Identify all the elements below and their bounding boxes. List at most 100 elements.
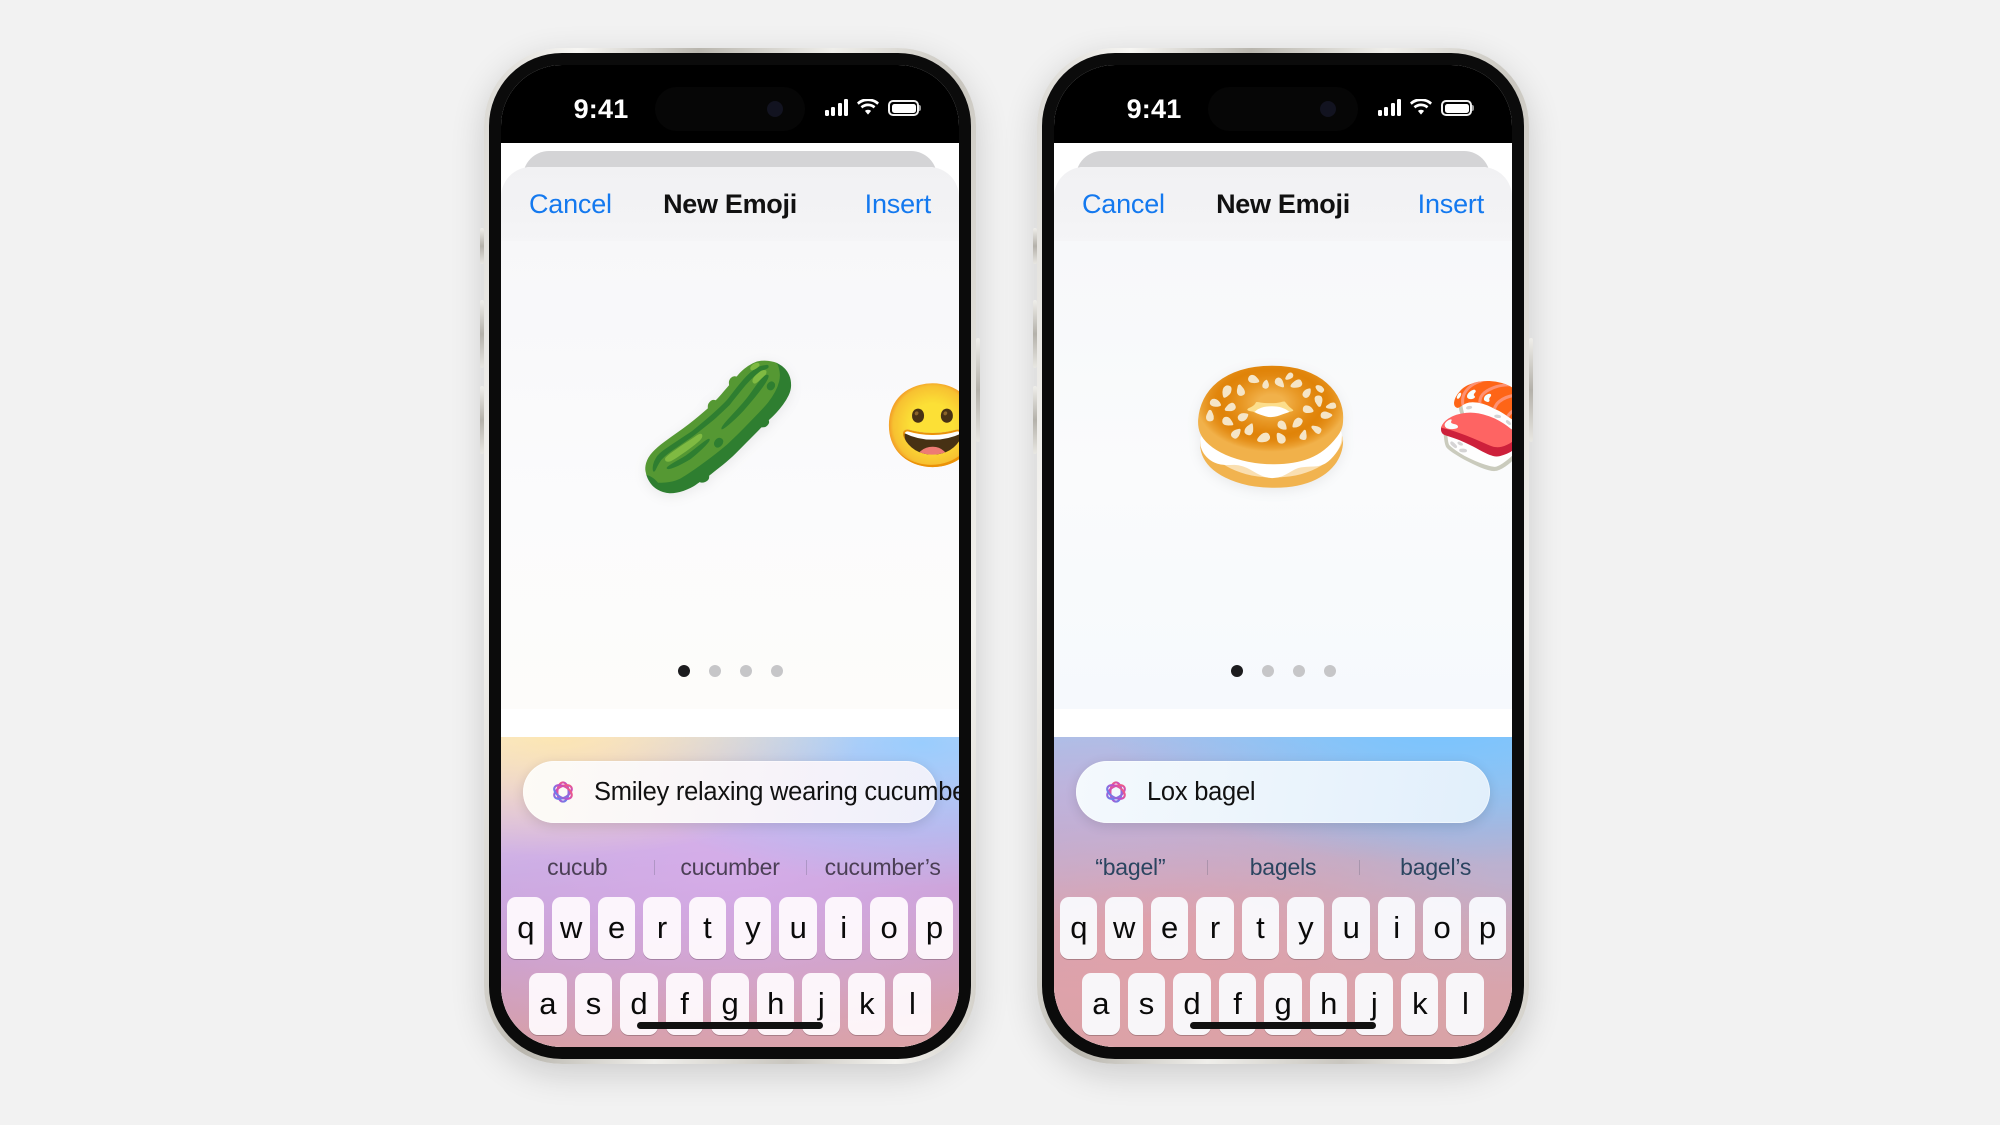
front-camera-icon	[767, 101, 783, 117]
wifi-icon	[1410, 99, 1432, 115]
status-indicators	[1377, 99, 1472, 116]
suggestion-2[interactable]: cucumber	[653, 854, 807, 881]
suggestion-3[interactable]: cucumber’s	[806, 854, 959, 881]
prompt-container: Lox bagel	[1054, 761, 1512, 823]
silent-switch[interactable]	[1033, 228, 1037, 264]
key-e[interactable]: e	[1150, 897, 1189, 959]
apple-intelligence-icon	[1106, 781, 1126, 803]
page-dot-3[interactable]	[1292, 665, 1305, 677]
iphone-device-left: 9:41 Cancel New Emoji Insert 🥒 😀 Smiley …	[480, 48, 980, 1064]
page-dot-2[interactable]	[1261, 665, 1274, 677]
sheet-nav-bar: Cancel New Emoji Insert	[1054, 167, 1512, 241]
key-k[interactable]: k	[847, 973, 886, 1035]
volume-up-button[interactable]	[1033, 300, 1037, 368]
suggestion-3[interactable]: bagel’s	[1359, 854, 1512, 881]
cancel-button[interactable]: Cancel	[1082, 189, 1165, 220]
power-button[interactable]	[976, 338, 980, 442]
key-u[interactable]: u	[779, 897, 817, 959]
status-bar: 9:41	[1054, 65, 1512, 143]
emoji-result-secondary[interactable]: 🍣	[1435, 386, 1512, 468]
page-dot-1[interactable]	[677, 665, 690, 677]
predictive-suggestion-bar: “bagel” bagels bagel’s	[1054, 841, 1512, 893]
key-r[interactable]: r	[643, 897, 681, 959]
insert-button[interactable]: Insert	[1418, 189, 1485, 220]
key-a[interactable]: a	[528, 973, 567, 1035]
volume-down-button[interactable]	[1033, 386, 1037, 454]
key-s[interactable]: s	[1127, 973, 1166, 1035]
key-y[interactable]: y	[734, 897, 772, 959]
volume-down-button[interactable]	[480, 386, 484, 454]
page-dot-3[interactable]	[739, 665, 752, 677]
new-emoji-sheet: Cancel New Emoji Insert 🥒 😀 Smiley relax…	[501, 167, 959, 1047]
key-q[interactable]: q	[1059, 897, 1098, 959]
page-dot-4[interactable]	[770, 665, 783, 677]
key-r[interactable]: r	[1196, 897, 1234, 959]
key-y[interactable]: y	[1287, 897, 1325, 959]
keyboard-zone: Lox bagel “bagel” bagels bagel’s q w e r…	[1054, 737, 1512, 1047]
emoji-carousel[interactable]: 🥒 😀	[501, 361, 959, 493]
iphone-device-right: 9:41 Cancel New Emoji Insert 🥯 🍣 Lox bag…	[1033, 48, 1533, 1064]
emoji-result-secondary[interactable]: 😀	[882, 386, 959, 468]
key-i[interactable]: i	[824, 897, 863, 959]
emoji-description-input[interactable]: Lox bagel	[1076, 761, 1490, 823]
emoji-carousel[interactable]: 🥯 🍣	[1054, 361, 1512, 493]
device-screen-right: 9:41 Cancel New Emoji Insert 🥯 🍣 Lox bag…	[1054, 65, 1512, 1047]
key-q[interactable]: q	[506, 897, 545, 959]
key-i[interactable]: i	[1377, 897, 1416, 959]
cancel-button[interactable]: Cancel	[529, 189, 612, 220]
suggestion-1[interactable]: cucub	[501, 854, 654, 881]
emoji-preview-canvas: 🥯 🍣	[1054, 241, 1512, 709]
key-o[interactable]: o	[1423, 897, 1461, 959]
status-time: 9:41	[1126, 93, 1182, 124]
key-t[interactable]: t	[1241, 897, 1279, 959]
key-e[interactable]: e	[597, 897, 636, 959]
battery-full-icon	[1441, 100, 1472, 116]
key-t[interactable]: t	[688, 897, 726, 959]
front-camera-icon	[1320, 101, 1336, 117]
emoji-preview-canvas: 🥒 😀	[501, 241, 959, 709]
key-s[interactable]: s	[574, 973, 613, 1035]
key-w[interactable]: w	[1105, 897, 1143, 959]
new-emoji-sheet: Cancel New Emoji Insert 🥯 🍣 Lox bagel “b…	[1054, 167, 1512, 1047]
battery-full-icon	[888, 100, 919, 116]
key-o[interactable]: o	[870, 897, 908, 959]
page-dot-4[interactable]	[1323, 665, 1336, 677]
key-p[interactable]: p	[915, 897, 954, 959]
status-indicators	[824, 99, 919, 116]
dynamic-island	[1208, 87, 1358, 131]
cellular-bars-icon	[824, 99, 848, 116]
key-u[interactable]: u	[1332, 897, 1370, 959]
suggestion-2[interactable]: bagels	[1206, 854, 1360, 881]
key-p[interactable]: p	[1468, 897, 1507, 959]
page-dot-1[interactable]	[1230, 665, 1243, 677]
power-button[interactable]	[1529, 338, 1533, 442]
screenshot-stage: 9:41 Cancel New Emoji Insert 🥒 😀 Smiley …	[0, 0, 2000, 1125]
status-bar: 9:41	[501, 65, 959, 143]
silent-switch[interactable]	[480, 228, 484, 264]
device-screen-left: 9:41 Cancel New Emoji Insert 🥒 😀 Smiley …	[501, 65, 959, 1047]
emoji-result-primary[interactable]: 🥯	[1189, 361, 1353, 493]
page-dot-2[interactable]	[708, 665, 721, 677]
insert-button[interactable]: Insert	[865, 189, 932, 220]
volume-up-button[interactable]	[480, 300, 484, 368]
apple-intelligence-icon	[553, 781, 573, 803]
keyboard-row-1: q w e r t y u i o p	[501, 897, 959, 959]
status-time: 9:41	[573, 93, 629, 124]
key-w[interactable]: w	[552, 897, 590, 959]
page-indicator[interactable]	[1054, 665, 1512, 677]
prompt-container: Smiley relaxing wearing cucumbers	[501, 761, 959, 823]
emoji-result-primary[interactable]: 🥒	[636, 361, 800, 493]
device-bezel: 9:41	[1042, 53, 1524, 1059]
key-a[interactable]: a	[1081, 973, 1120, 1035]
key-k[interactable]: k	[1400, 973, 1439, 1035]
home-indicator[interactable]	[637, 1022, 823, 1029]
keyboard-row-1: q w e r t y u i o p	[1054, 897, 1512, 959]
wifi-icon	[857, 99, 879, 115]
key-l[interactable]: l	[893, 973, 932, 1035]
page-indicator[interactable]	[501, 665, 959, 677]
home-indicator[interactable]	[1190, 1022, 1376, 1029]
key-l[interactable]: l	[1446, 973, 1485, 1035]
emoji-description-input[interactable]: Smiley relaxing wearing cucumbers	[523, 761, 959, 823]
emoji-description-value: Lox bagel	[1147, 777, 1256, 806]
suggestion-1[interactable]: “bagel”	[1054, 854, 1207, 881]
